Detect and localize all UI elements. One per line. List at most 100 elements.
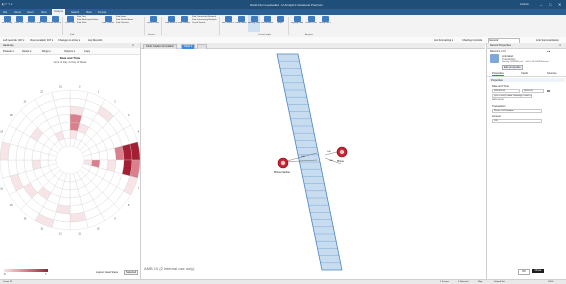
window-title: i2anb-Dunn-uploaded - i2 Analyst's Noteb… [250, 3, 323, 7]
connected-network-button[interactable]: Find Connected Network [37, 15, 49, 25]
matching-entities-button[interactable]: Find Matching Entities [49, 15, 61, 25]
close-button[interactable]: ✕ [558, 2, 561, 7]
tab-file[interactable]: File [3, 11, 7, 14]
transaction-field[interactable]: Phone Call Duration [492, 109, 542, 113]
create-chart-button[interactable]: Create Chart From [305, 15, 317, 25]
tab-sources[interactable]: Sources [547, 72, 557, 75]
series-dropdown[interactable]: Series ▾ [22, 50, 31, 53]
small-find-clusters[interactable]: Find Clusters [116, 22, 133, 25]
date-field-value: 28/10/2016 [494, 90, 505, 92]
social-network-button[interactable]: Social Network Analysis [261, 15, 273, 25]
tab-view[interactable]: View [41, 11, 47, 14]
phone-entity-core [339, 149, 345, 155]
changes-dropdown[interactable]: Changes to show ▾ [58, 39, 80, 42]
heatmap-cell[interactable] [23, 159, 34, 173]
find-small-list[interactable]: Find Text Find Matching Entities Find Pa… [77, 16, 99, 25]
heat-legend-bar [4, 269, 48, 272]
link-chart[interactable]: Phone Number Phone Call Call Call [141, 48, 485, 279]
tab-insert[interactable]: Insert [27, 11, 34, 14]
find-text-button[interactable]: Find Text [13, 15, 25, 25]
amount-field-value: 120 [494, 120, 498, 122]
nav-arrows-icon[interactable]: ◂ ▸ [547, 50, 550, 53]
heatmap-panel: Heatmap ✕ Presets ▾ Series ▾ Rings ▾ Opt… [0, 43, 141, 279]
list-records-button[interactable]: List Records [88, 39, 102, 42]
presets-dropdown[interactable]: Presets ▾ [3, 50, 14, 53]
hour-tick-label: 2 [114, 100, 116, 103]
panel-close-icon[interactable]: ✕ [559, 44, 561, 47]
tab-view-2[interactable]: View [86, 11, 92, 14]
small-find-path[interactable]: Find Path [77, 22, 99, 25]
hour-tick-label: 13 [40, 227, 43, 230]
date-field[interactable]: 28/10/2016 [492, 89, 520, 93]
phone-entity-core [280, 160, 286, 166]
link-label: Call [329, 160, 333, 162]
small-visual-search[interactable]: Visual Search [192, 22, 217, 25]
group-label-search: Search [148, 33, 155, 36]
link-type-icon [490, 54, 499, 63]
list-items-button[interactable]: List Items [25, 15, 37, 25]
rings-dropdown[interactable]: Rings ▾ [42, 50, 51, 53]
tab-properties[interactable]: Properties [492, 72, 504, 76]
zoom-level[interactable]: 100% [548, 281, 554, 284]
edit-properties-button[interactable]: Edit properties [502, 65, 523, 70]
connecting-small-list[interactable]: Find Connected Network Find Connecting N… [192, 16, 217, 25]
ribbon-separator [144, 17, 145, 35]
tab-home[interactable]: Home [14, 11, 21, 14]
tab-cards[interactable]: Cards [521, 72, 528, 75]
bar-chart-button[interactable]: Bar Charts and Histograms [222, 15, 234, 25]
panel-title: Heatmap [3, 44, 14, 47]
tab-search[interactable]: Search [71, 11, 79, 14]
amount-field[interactable]: 120 [492, 119, 542, 123]
selected-button[interactable]: Selected [124, 270, 139, 275]
link-summarization-toggle[interactable]: Link Summarization [536, 39, 559, 42]
options-dropdown[interactable]: Options ▾ [64, 50, 75, 53]
connecting-network-button[interactable]: Find Connecting Network [178, 15, 190, 25]
time-field[interactable]: 08:00:00 [522, 89, 544, 93]
activity-views-button[interactable]: Activity Views [248, 15, 260, 32]
maps-button[interactable]: Maps [274, 15, 286, 25]
copy-button[interactable]: Copy [84, 50, 90, 53]
hour-tick-label: 12 [59, 232, 62, 235]
list-formatting-dropdown[interactable]: List Formatting ▾ [434, 39, 453, 42]
heatmap-cell[interactable] [57, 113, 71, 124]
linked-small-list[interactable]: Find Items Find Linked Items Find Cluste… [116, 16, 133, 25]
heatmap-cell[interactable] [69, 196, 83, 207]
heatmap-cell[interactable] [106, 147, 117, 161]
timezone-select[interactable]: (GMT+00:00) Dublin, Edinburgh, Lisbon, L… [492, 94, 532, 98]
minimize-button[interactable]: – [540, 2, 542, 7]
hour-tick-label: 1 [98, 91, 100, 94]
status-default-set[interactable]: Default Set [494, 281, 505, 284]
status-count: Count: 51 [3, 280, 13, 283]
highlight-button[interactable]: Highlight Attributes [291, 15, 303, 25]
record-navigator[interactable]: Record 1 of 3 [490, 50, 506, 53]
heatmap-subtitle: Hour of Day vs Day of Week [53, 61, 87, 64]
status-map[interactable]: Map [478, 281, 482, 284]
time-checkbox[interactable] [547, 89, 550, 92]
time-field-value: 08:00:00 [524, 90, 533, 92]
matching-button[interactable]: Find Matching Entities [165, 15, 177, 25]
hour-tick-label: 20 [10, 114, 13, 117]
hour-tick-label: 21 [24, 100, 27, 103]
panel-close-icon[interactable]: ✕ [132, 44, 134, 47]
find-clusters-button[interactable]: Find Clusters [102, 15, 114, 25]
find-path-button[interactable]: Find Path [64, 15, 76, 25]
layout-label: Layout: Heat Steps [96, 271, 119, 274]
ok-button[interactable]: OK [518, 269, 530, 275]
group-combine-button[interactable]: Group and Combine [319, 15, 331, 25]
user-name[interactable]: Andrew [520, 3, 529, 6]
heat-matrix-button[interactable]: Heat Matrix [235, 15, 247, 25]
close-record-button[interactable]: Close [532, 269, 544, 273]
external-search-button[interactable]: Search External Sources [147, 15, 159, 25]
amount-label: Amount [492, 115, 501, 118]
quick-access-toolbar[interactable]: ◧ ↶ ↷ ▾ [2, 3, 12, 6]
view-recalled-dropdown[interactable]: View recalled: 347 ▾ [30, 39, 53, 42]
maximize-button[interactable]: □ [549, 2, 551, 7]
chart-canvas[interactable]: Chart Caption Annotation Chart 1 Phone N… [141, 43, 485, 279]
left-records-dropdown[interactable]: Left records: 347 ▾ [3, 39, 25, 42]
tab-format[interactable]: Format [98, 11, 106, 14]
transaction-field-value: Phone Call Duration [494, 110, 514, 112]
record-properties-header: Record Properties ✕ [487, 43, 566, 49]
find-entity-button[interactable]: Find Entity [1, 15, 13, 25]
group-label-analysis: Analysis [305, 33, 314, 36]
hour-tick-label: 14 [24, 218, 27, 221]
